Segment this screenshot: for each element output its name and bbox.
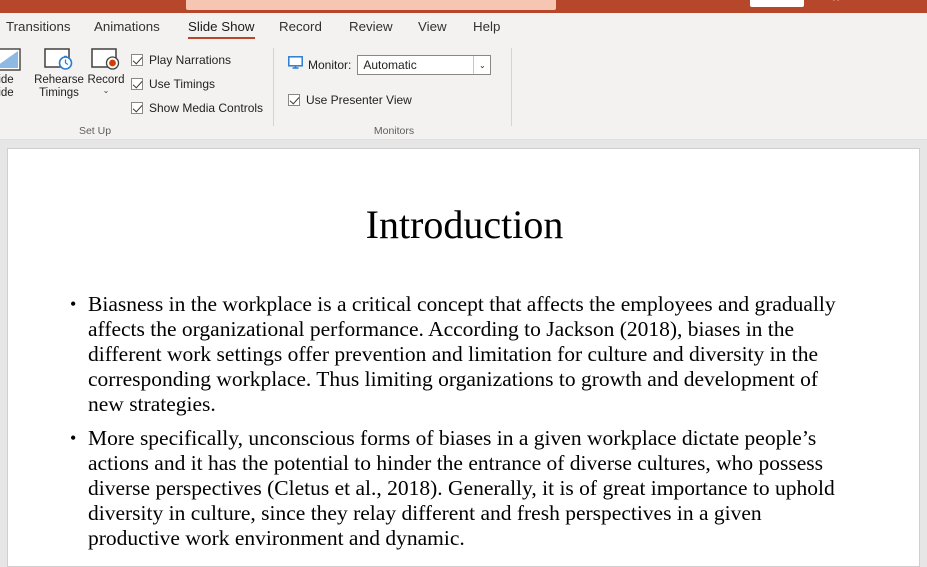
slide-canvas[interactable]: Introduction • Biasness in the workplace… [7,148,920,567]
tab-animations[interactable]: Animations [92,13,162,42]
custom-slide-show-button[interactable]: ide ide [0,48,28,100]
play-narrations-label: Play Narrations [149,53,232,67]
monitor-chevron-down-icon[interactable]: ⌄ [473,56,490,74]
group-label-setup: Set Up [78,125,112,137]
slide-bullet-2-text: More specifically, unconscious forms of … [88,426,835,550]
bullet-marker-icon: • [70,428,77,448]
play-narrations-checkbox-icon[interactable] [131,54,143,66]
tab-view[interactable]: View [416,13,449,42]
title-bar: •• [0,0,927,13]
slide-blue-icon [0,48,21,71]
tab-transitions[interactable]: Transitions [4,13,73,42]
show-media-controls-checkbox-icon[interactable] [131,102,143,114]
tab-record[interactable]: Record [277,13,324,42]
share-button[interactable] [750,0,804,7]
tab-slide-show[interactable]: Slide Show [186,13,257,42]
tab-review[interactable]: Review [347,13,395,42]
checkbox-use-presenter-view[interactable]: Use Presenter View [288,92,412,108]
monitor-label: Monitor: [308,58,352,72]
more-options-icon[interactable]: •• [828,0,844,6]
tab-help[interactable]: Help [471,13,502,42]
group-label-monitors: Monitors [373,125,415,137]
slide-body[interactable]: • Biasness in the workplace is a critica… [66,292,856,560]
record-chevron-down-icon[interactable]: ⌄ [84,87,128,95]
slide-workspace: Introduction • Biasness in the workplace… [0,140,927,567]
use-presenter-view-label: Use Presenter View [306,93,412,107]
custom-slide-show-label-line2: ide [0,87,14,99]
checkbox-play-narrations[interactable]: Play Narrations [131,52,231,68]
rehearse-timings-icon [44,48,74,71]
monitor-dropdown[interactable]: Automatic ⌄ [357,55,492,75]
monitor-dropdown-value: Automatic [363,58,417,72]
record-icon [91,48,121,71]
ribbon-tabstrip: Transitions Animations Slide Show Record… [0,13,927,42]
use-presenter-view-checkbox-icon[interactable] [288,94,300,106]
group-separator-monitors [511,48,512,126]
rehearse-timings-label-line2: Timings [39,87,79,99]
search-box[interactable] [186,0,556,10]
monitor-icon [288,56,303,74]
slide-bullet-2[interactable]: • More specifically, unconscious forms o… [66,426,856,551]
show-media-controls-label: Show Media Controls [149,101,264,115]
slide-bullet-1-text: Biasness in the workplace is a critical … [88,292,836,416]
use-timings-label: Use Timings [149,77,216,91]
slide-title[interactable]: Introduction [8,202,919,248]
checkbox-use-timings[interactable]: Use Timings [131,76,215,92]
monitor-selector-row: Monitor: Automatic ⌄ [288,55,492,75]
bullet-marker-icon: • [70,294,77,314]
custom-slide-show-label-line1: ide [0,74,14,86]
use-timings-checkbox-icon[interactable] [131,78,143,90]
checkbox-show-media-controls[interactable]: Show Media Controls [131,100,263,116]
slide-bullet-1[interactable]: • Biasness in the workplace is a critica… [66,292,856,417]
powerpoint-window: •• Transitions Animations Slide Show Rec… [0,0,927,567]
rehearse-timings-label-line1: Rehearse [34,74,84,86]
ribbon: ide ide Rehearse Timings [0,42,927,140]
record-button[interactable]: Record ⌄ [84,48,128,95]
group-separator-setup [273,48,274,126]
rehearse-timings-button[interactable]: Rehearse Timings [34,48,84,100]
